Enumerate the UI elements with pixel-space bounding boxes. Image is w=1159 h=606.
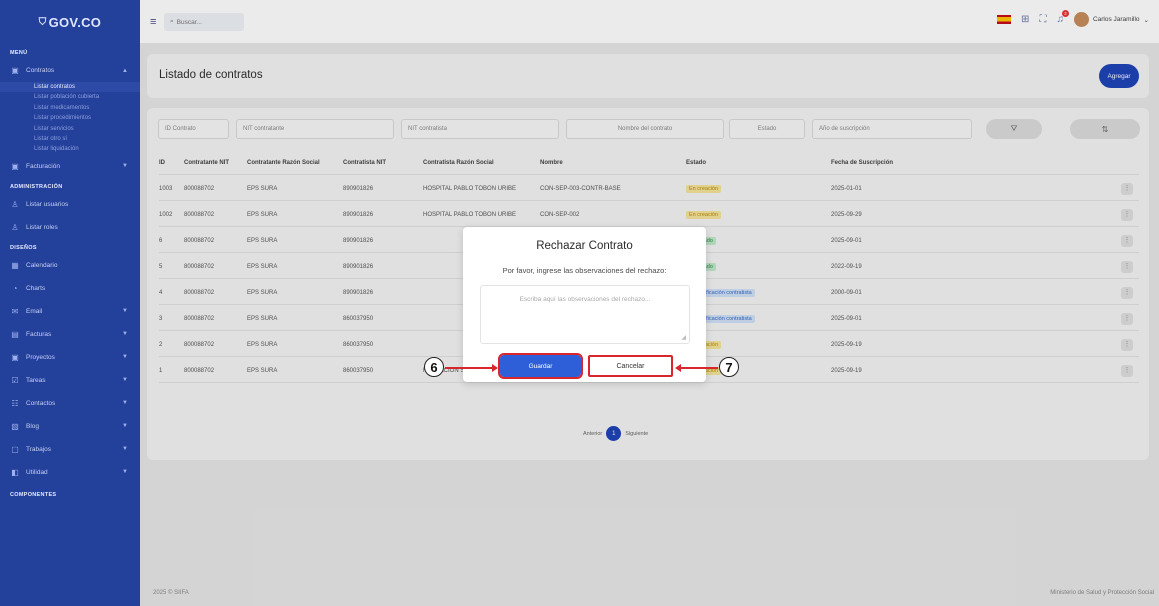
sidebar-item-facturas[interactable]: ▤ Facturas ▼ [0,323,140,346]
section-componentes: COMPONENTES [10,491,57,498]
cancel-button[interactable]: Cancelar [588,355,673,377]
invoice-icon: ▤ [11,329,19,339]
callout-arrow-save [445,364,498,372]
sidebar-item-label: Trabajos [26,445,52,453]
sidebar-item-label: Listar usuarios [26,200,69,208]
sidebar-item-label: Facturas [26,330,52,338]
sidebar-item-email[interactable]: ✉ Email ▼ [0,300,140,323]
blog-icon: ▧ [11,421,19,431]
sidebar-item-contactos[interactable]: ☷ Contactos ▼ [0,392,140,415]
sidebar-item-facturacion[interactable]: ▣ Facturación ▼ [0,155,140,178]
sidebar-item-utilidad[interactable]: ◧ Utilidad ▼ [0,461,140,484]
modal-message: Por favor, ingrese las observaciones del… [502,266,667,275]
contacts-icon: ☷ [11,398,19,408]
callout-6: 6 [424,357,444,377]
sidebar-item-label: Blog [26,422,40,430]
sidebar-item-listar-usuarios[interactable]: ♙ Listar usuarios [0,193,140,216]
chevron-down-icon: ▼ [122,331,128,338]
section-disenos: DISEÑOS [10,244,37,251]
user-icon: ♙ [11,222,19,232]
sidebar-item-label: Calendario [26,261,58,269]
chart-icon: ◔ [12,283,18,293]
sidebar-item-trabajos[interactable]: ▢ Trabajos ▼ [0,438,140,461]
save-button[interactable]: Guardar [498,353,583,379]
sidebar-item-blog[interactable]: ▧ Blog ▼ [0,415,140,438]
sidebar-item-label: Contactos [26,399,56,407]
sidebar-item-label: Contratos [26,67,55,74]
sidebar-subitem[interactable]: Listar medicamentos [0,103,140,113]
sidebar-subitem[interactable]: Listar liquidación [0,144,140,154]
sidebar-subitem[interactable]: Listar servicios [0,124,140,134]
utility-icon: ◧ [11,467,19,477]
reject-contract-modal: Rechazar Contrato Por favor, ingrese las… [463,227,706,382]
chevron-down-icon: ▼ [122,400,128,407]
sidebar-item-label: Utilidad [26,468,48,476]
sidebar-item-contratos[interactable]: ▣ Contratos ▲ [0,59,140,82]
section-menu: MENÚ [10,50,28,56]
jobs-icon: ▢ [11,444,19,454]
sidebar-item-label: Email [26,307,43,315]
sidebar: ⛉ GOV.CO MENÚ ▣ Contratos ▲ Listar contrato… [0,0,140,606]
chevron-down-icon: ▼ [122,377,128,384]
sidebar-item-label: Proyectos [26,353,55,361]
sidebar-subitem[interactable]: Listar otro sí [0,134,140,144]
chevron-down-icon: ▼ [122,163,128,170]
chevron-down-icon: ▼ [122,423,128,430]
sidebar-item-calendario[interactable]: ▦ Calendario [0,254,140,277]
building-icon: ▣ [11,66,19,75]
observations-textarea[interactable]: Escriba aquí las observaciones del recha… [480,285,690,344]
sidebar-subitem[interactable]: Listar contratos [0,82,140,93]
building-icon: ▣ [11,161,19,171]
calendar-icon: ▦ [11,260,19,270]
chevron-up-icon: ▲ [122,67,128,74]
chevron-down-icon: ▼ [122,354,128,361]
user-icon: ♙ [11,199,19,209]
sidebar-subitem[interactable]: Listar procedimientos [0,113,140,123]
resize-handle-icon[interactable]: ◢ [681,334,686,341]
mail-icon: ✉ [11,306,19,316]
textarea-placeholder: Escriba aquí las observaciones del recha… [519,296,651,303]
sidebar-item-label: Tareas [26,376,46,384]
projects-icon: ▣ [11,352,19,362]
sidebar-item-tareas[interactable]: ☑ Tareas ▼ [0,369,140,392]
sidebar-item-label: Listar roles [26,223,58,231]
logo[interactable]: ⛉ GOV.CO [0,0,140,44]
sidebar-subitem[interactable]: Listar población cubierta [0,92,140,102]
sidebar-item-charts[interactable]: ◔ Charts [0,277,140,300]
logo-text: GOV.CO [48,14,102,30]
chevron-down-icon: ▼ [122,469,128,476]
chevron-down-icon: ▼ [122,308,128,315]
modal-title: Rechazar Contrato [536,240,633,252]
chevron-down-icon: ▼ [122,446,128,453]
section-administracion: ADMINISTRACIÓN [10,183,63,190]
tasks-icon: ☑ [11,375,19,385]
callout-7: 7 [719,357,739,377]
callout-arrow-cancel [675,364,718,372]
sidebar-item-proyectos[interactable]: ▣ Proyectos ▼ [0,346,140,369]
shield-icon: ⛉ [38,16,47,28]
sidebar-item-label: Charts [26,284,46,292]
sidebar-item-label: Facturación [26,162,60,170]
sidebar-item-listar-roles[interactable]: ♙ Listar roles [0,216,140,239]
